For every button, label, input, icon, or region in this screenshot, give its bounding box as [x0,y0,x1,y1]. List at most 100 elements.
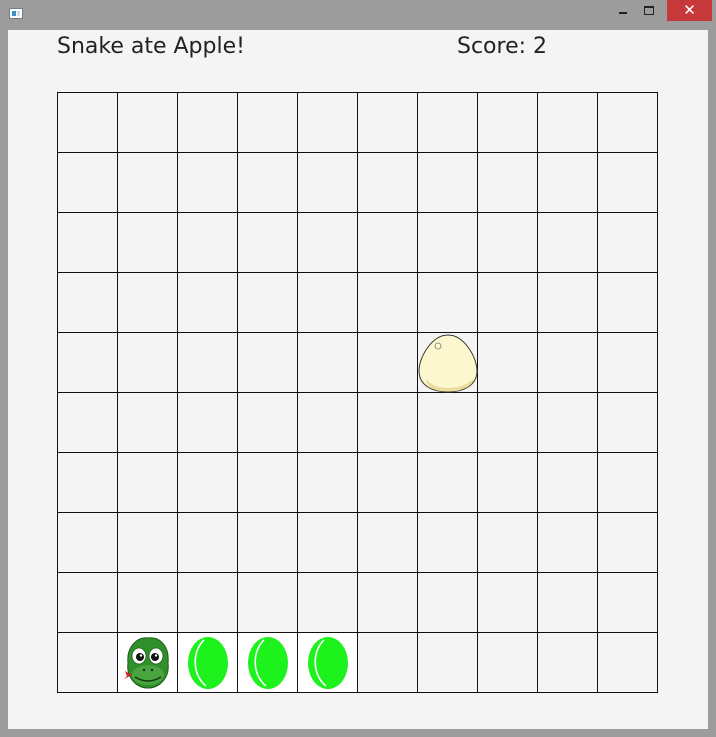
board-cell [298,213,358,273]
board-cell [178,573,238,633]
board-cell [418,393,478,453]
board-cell [358,573,418,633]
board-cell [298,273,358,333]
board-cell [538,633,598,693]
board-cell [598,93,658,153]
board-cell [118,93,178,153]
board-cell [58,633,118,693]
board-cell [538,213,598,273]
board-cell [298,333,358,393]
board-cell [538,333,598,393]
board-cell [238,213,298,273]
board-cell [538,573,598,633]
board-cell [178,333,238,393]
board-cell [598,393,658,453]
board-cell [238,333,298,393]
board-cell [58,93,118,153]
board-cell [358,633,418,693]
board-cell [178,393,238,453]
board-cell [238,273,298,333]
snake-body-cell [298,633,358,693]
game-client-area: Snake ate Apple! Score: 2 [8,30,708,729]
board-cell [118,393,178,453]
maximize-button[interactable] [636,0,662,21]
board-cell [118,153,178,213]
board-cell [418,153,478,213]
board-cell [478,453,538,513]
score-label: Score: 2 [457,34,548,59]
board-cell [358,513,418,573]
board-cell [478,513,538,573]
board-cell [298,513,358,573]
board-cell [298,573,358,633]
board-cell [418,573,478,633]
board-cell [358,453,418,513]
board-cell [298,393,358,453]
board-cell [118,273,178,333]
board-cell [598,273,658,333]
board-cell [418,93,478,153]
food-cell [418,333,478,393]
snake-body-segment-icon [308,637,348,689]
board-cell [178,513,238,573]
board-cell [58,453,118,513]
board-cell [118,513,178,573]
board-cell [478,333,538,393]
snake-body-cell [178,633,238,693]
board-cell [298,453,358,513]
board-cell [538,453,598,513]
minimize-button[interactable] [610,0,636,21]
minimize-icon [619,12,627,14]
board-cell [238,153,298,213]
snake-head-icon [124,637,169,689]
board-cell [358,393,418,453]
board-cell [478,633,538,693]
board-cell [538,93,598,153]
board-cell [58,393,118,453]
board-cell [478,273,538,333]
board-cell [598,513,658,573]
board-cell [118,333,178,393]
board-cell [478,573,538,633]
board-cell [58,573,118,633]
snake-body-segment-icon [248,637,288,689]
board-cell [538,393,598,453]
board-cell [358,93,418,153]
board-cell [178,153,238,213]
board-cell [418,213,478,273]
close-button[interactable]: ✕ [667,0,712,21]
snake-body-cell [238,633,298,693]
board-cell [58,333,118,393]
board-cell [178,453,238,513]
window-titlebar: ✕ [0,0,716,30]
app-window-icon[interactable] [9,8,23,19]
board-cell [478,93,538,153]
board-cell [598,153,658,213]
board-cell [358,333,418,393]
board-cell [598,453,658,513]
board-cell [598,573,658,633]
game-board[interactable] [57,92,658,693]
board-cell [118,453,178,513]
egg-icon [418,334,478,393]
board-cell [238,513,298,573]
board-cell [298,93,358,153]
board-cell [238,393,298,453]
board-cell [598,333,658,393]
snake-head-cell [118,633,178,693]
board-cell [238,573,298,633]
board-cell [118,573,178,633]
board-cell [418,453,478,513]
board-cell [538,513,598,573]
board-cell [58,513,118,573]
board-cell [478,393,538,453]
board-cell [238,93,298,153]
board-cell [358,213,418,273]
board-cell [238,453,298,513]
board-cell [598,213,658,273]
board-cell [58,213,118,273]
board-cell [478,153,538,213]
board-cell [118,213,178,273]
board-cell [298,153,358,213]
status-message: Snake ate Apple! [57,34,245,59]
